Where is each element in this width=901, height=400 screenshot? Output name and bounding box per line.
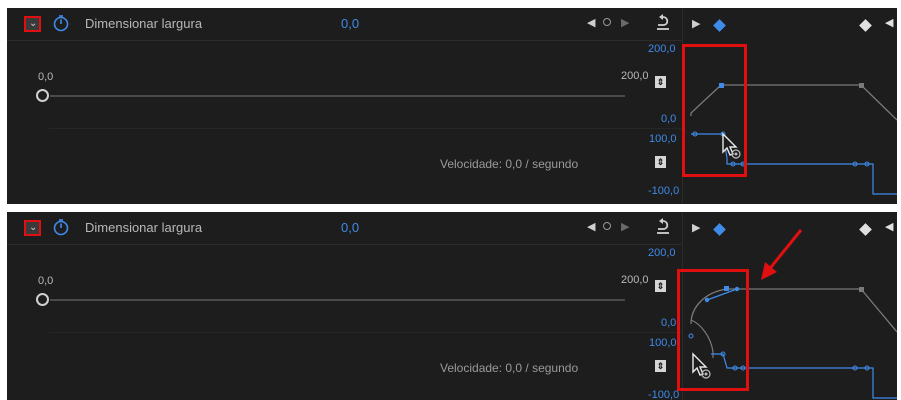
slider-min-label: 0,0 [38, 275, 54, 287]
zoom-speed-button[interactable]: ⇕ [655, 156, 666, 168]
graph-value-zero: 0,0 [661, 317, 677, 329]
track-divider [49, 128, 682, 129]
chevron-down-icon: ⌄ [29, 222, 38, 233]
header-divider [7, 244, 682, 245]
mouse-cursor-icon [692, 352, 711, 379]
add-keyframe-button[interactable] [603, 18, 611, 26]
slider-max-label: 200,0 [621, 274, 649, 286]
prev-keyframe-button[interactable]: ◀ [587, 16, 595, 29]
zoom-value-button[interactable]: ⇕ [655, 280, 666, 292]
reset-icon[interactable] [653, 12, 673, 32]
add-keyframe-button[interactable] [603, 222, 611, 230]
zoom-value-button[interactable]: ⇕ [655, 76, 666, 88]
effect-property-row-before: ⌄ Dimensionar largura 0,0 ◀ ▶ ▶ ◀ 200,0 … [7, 8, 897, 204]
slider-max-label: 200,0 [621, 70, 649, 82]
value-slider-handle[interactable] [36, 89, 49, 102]
graph-value-top: 200,0 [648, 43, 676, 55]
next-keyframe-button[interactable]: ▶ [621, 220, 629, 233]
annotation-arrow-icon [761, 229, 803, 280]
track-divider [49, 332, 682, 333]
value-slider-handle[interactable] [36, 293, 49, 306]
prev-keyframe-button[interactable]: ◀ [587, 220, 595, 233]
graph-value-bottom: -100,0 [648, 185, 680, 197]
value-slider-track[interactable] [50, 95, 625, 97]
property-value[interactable]: 0,0 [341, 16, 359, 31]
header-divider [7, 40, 682, 41]
property-value[interactable]: 0,0 [341, 220, 359, 235]
highlight-box [677, 269, 749, 391]
graph-value-bottom: -100,0 [648, 389, 680, 400]
property-name: Dimensionar largura [85, 220, 203, 235]
reset-icon[interactable] [653, 216, 673, 236]
stopwatch-icon[interactable] [52, 218, 70, 236]
effect-property-row-after: ⌄ Dimensionar largura 0,0 ◀ ▶ ▶ ◀ 200,0 … [7, 212, 897, 400]
graph-value-top: 200,0 [648, 247, 676, 259]
zoom-speed-button[interactable]: ⇕ [655, 360, 666, 372]
property-name: Dimensionar largura [85, 16, 203, 31]
graph-value-zero: 0,0 [661, 113, 677, 125]
collapse-toggle-button[interactable]: ⌄ [24, 220, 41, 236]
mouse-cursor-icon [722, 132, 741, 159]
value-slider-track[interactable] [50, 299, 625, 301]
collapse-toggle-button[interactable]: ⌄ [24, 16, 41, 32]
stopwatch-icon[interactable] [52, 14, 70, 32]
next-keyframe-button[interactable]: ▶ [621, 16, 629, 29]
chevron-down-icon: ⌄ [29, 18, 38, 29]
slider-min-label: 0,0 [38, 71, 54, 83]
speed-readout: Velocidade: 0,0 / segundo [440, 361, 579, 375]
curve-keyframe [859, 287, 864, 292]
graph-value-hundred: 100,0 [649, 133, 677, 145]
graph-value-hundred: 100,0 [649, 337, 677, 349]
curve-keyframe [859, 83, 864, 88]
speed-readout: Velocidade: 0,0 / segundo [440, 157, 579, 171]
